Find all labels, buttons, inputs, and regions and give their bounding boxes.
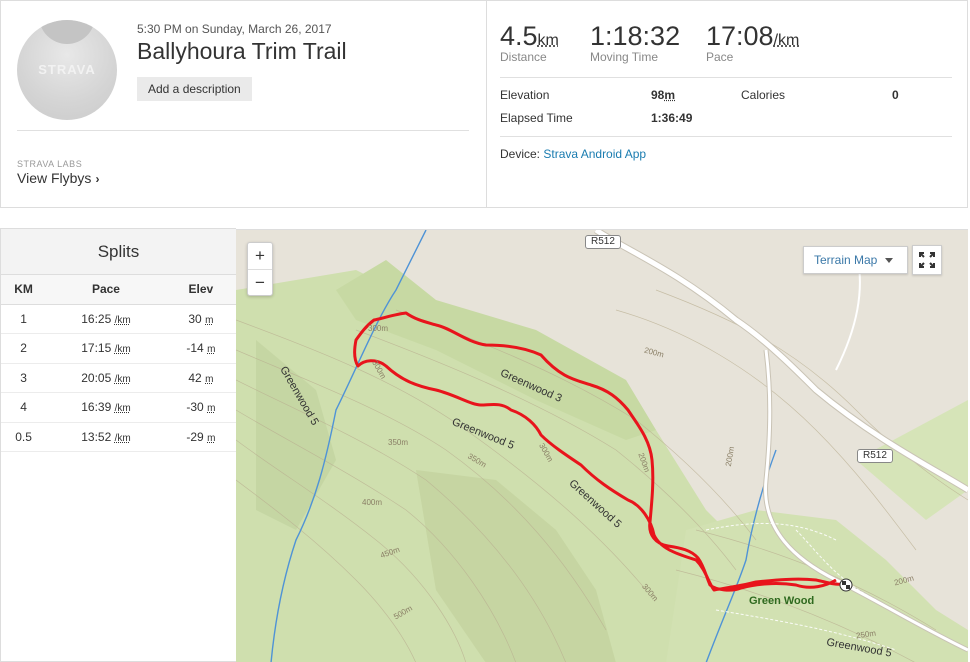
view-flybys-label: View Flybys — [17, 170, 92, 186]
col-pace: Pace — [46, 275, 166, 305]
col-km: KM — [1, 275, 47, 305]
contour-label: 400m — [362, 498, 383, 507]
table-row: 1 16:25 /km 30 m — [1, 304, 236, 334]
avatar-shirt-collar — [39, 20, 95, 44]
road-badge-r512: R512 — [857, 449, 893, 463]
activity-title: Ballyhoura Trim Trail — [137, 38, 347, 64]
split-km: 2 — [1, 333, 47, 364]
divider — [500, 136, 952, 137]
splits-header-row: KM Pace Elev — [1, 275, 236, 305]
divider — [17, 130, 469, 131]
elapsed-time-value: 1:36:49 — [651, 111, 693, 125]
split-km: 0.5 — [1, 422, 47, 452]
map-type-dropdown[interactable]: Terrain Map — [803, 246, 908, 274]
view-flybys-link[interactable]: View Flybys › — [17, 170, 99, 186]
moving-time-label: Moving Time — [590, 50, 659, 64]
elevation-number: 98 — [651, 88, 665, 102]
elevation-unit: m — [664, 88, 676, 102]
pace-value: 17:08 — [706, 21, 774, 51]
calories-label: Calories — [741, 88, 786, 102]
splits-title: Splits — [1, 229, 236, 275]
stat-pace: 17:08/km Pace — [706, 21, 799, 64]
elapsed-time-label: Elapsed Time — [500, 111, 573, 125]
splits-panel: Splits KM Pace Elev 1 16:25 /km 30 m 2 1… — [0, 228, 236, 662]
distance-value: 4.5 — [500, 21, 538, 51]
table-row: 0.5 13:52 /km -29 m — [1, 422, 236, 452]
strava-labs-label: STRAVA LABS — [17, 159, 83, 169]
zoom-out-button[interactable]: − — [248, 270, 272, 296]
device-link[interactable]: Strava Android App — [543, 147, 646, 161]
zoom-control: + − — [247, 242, 273, 296]
split-pace: 20:05 /km — [46, 363, 166, 393]
pace-unit: /km — [773, 32, 800, 49]
split-elev: 30 m — [165, 304, 236, 334]
map-canvas[interactable] — [236, 230, 968, 662]
split-pace: 16:25 /km — [46, 304, 166, 334]
split-km: 4 — [1, 392, 47, 423]
calories-value: 0 — [892, 88, 899, 102]
device-info: Device: Strava Android App — [500, 147, 646, 161]
elevation-label: Elevation — [500, 88, 550, 102]
distance-label: Distance — [500, 50, 547, 64]
contour-label: 300m — [368, 324, 389, 333]
pace-label: Pace — [706, 50, 734, 64]
map-type-label: Terrain Map — [814, 253, 878, 267]
caret-down-icon — [885, 258, 893, 263]
finish-flag-icon — [839, 578, 853, 592]
add-description-button[interactable]: Add a description — [137, 77, 252, 101]
table-row: 4 16:39 /km -30 m — [1, 392, 236, 423]
road-badge-r512: R512 — [585, 235, 621, 249]
split-elev: -30 m — [165, 392, 236, 423]
activity-summary: STRAVA 5:30 PM on Sunday, March 26, 2017… — [0, 0, 968, 208]
splits-table: KM Pace Elev 1 16:25 /km 30 m 2 17:15 /k… — [1, 275, 236, 452]
divider-vertical — [486, 1, 487, 207]
fullscreen-icon — [919, 252, 935, 268]
col-elev: Elev — [165, 275, 236, 305]
chevron-right-icon: › — [95, 172, 100, 186]
elevation-value: 98m — [651, 88, 675, 102]
distance-unit: km — [537, 32, 559, 49]
zoom-in-button[interactable]: + — [248, 243, 272, 269]
split-elev: -14 m — [165, 333, 236, 364]
split-km: 1 — [1, 304, 47, 334]
contour-label: 350m — [388, 438, 409, 447]
route-map[interactable]: R512 R512 Greenwood 3 Greenwood 5 Greenw… — [236, 229, 968, 662]
split-pace: 13:52 /km — [46, 422, 166, 452]
place-label-green-wood: Green Wood — [749, 595, 815, 607]
split-pace: 16:39 /km — [46, 392, 166, 423]
activity-date: 5:30 PM on Sunday, March 26, 2017 — [137, 22, 332, 36]
stat-distance: 4.5km Distance — [500, 21, 559, 64]
device-label: Device: — [500, 147, 541, 161]
avatar[interactable]: STRAVA — [17, 20, 117, 120]
avatar-brand-text: STRAVA — [38, 62, 96, 77]
split-km: 3 — [1, 363, 47, 393]
divider — [500, 77, 952, 78]
split-pace: 17:15 /km — [46, 333, 166, 364]
moving-time-value: 1:18:32 — [590, 21, 681, 51]
split-elev: -29 m — [165, 422, 236, 452]
table-row: 2 17:15 /km -14 m — [1, 333, 236, 364]
stat-moving-time: 1:18:32 Moving Time — [590, 21, 680, 64]
split-elev: 42 m — [165, 363, 236, 393]
table-row: 3 20:05 /km 42 m — [1, 363, 236, 393]
fullscreen-button[interactable] — [912, 245, 942, 275]
